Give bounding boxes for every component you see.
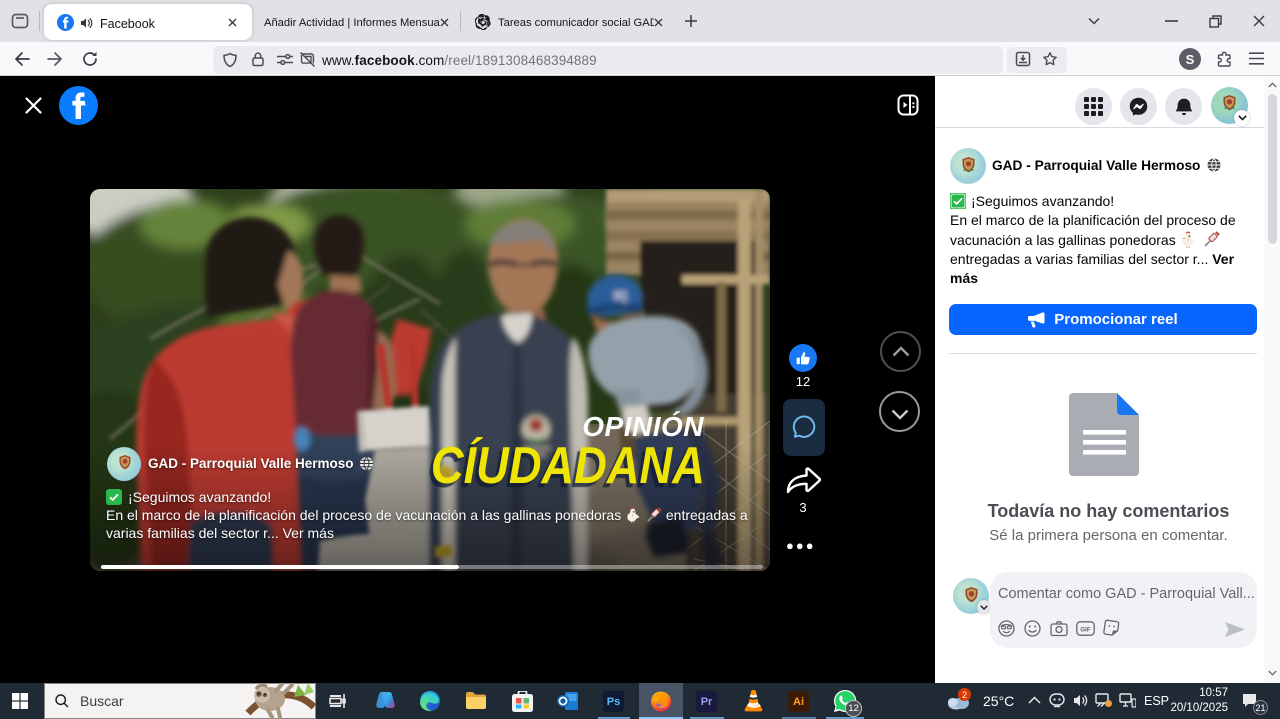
- svg-text:GIF: GIF: [1080, 626, 1091, 633]
